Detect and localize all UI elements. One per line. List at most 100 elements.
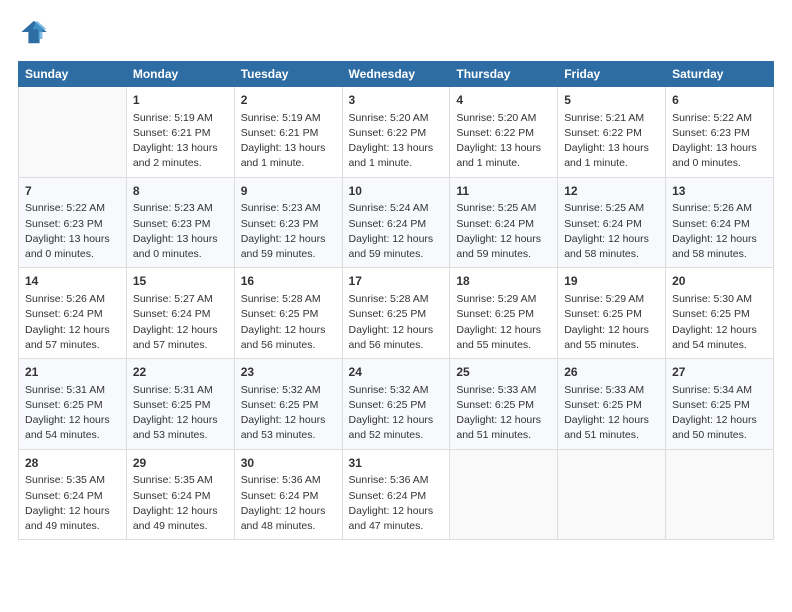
- day-number: 23: [241, 364, 336, 381]
- day-number: 24: [349, 364, 444, 381]
- calendar-week-row: 1 Sunrise: 5:19 AMSunset: 6:21 PMDaylight…: [19, 87, 774, 178]
- calendar-week-row: 7Sunrise: 5:22 AMSunset: 6:23 PMDaylight…: [19, 177, 774, 268]
- day-info: Sunrise: 5:31 AMSunset: 6:25 PMDaylight:…: [25, 383, 120, 444]
- calendar-cell: 4 Sunrise: 5:20 AMSunset: 6:22 PMDaylight…: [450, 87, 558, 178]
- header-day: Monday: [126, 62, 234, 87]
- calendar-cell: 2 Sunrise: 5:19 AMSunset: 6:21 PMDaylight…: [234, 87, 342, 178]
- header: [18, 18, 774, 51]
- day-info: Sunrise: 5:35 AMSunset: 6:24 PMDaylight:…: [25, 473, 120, 534]
- calendar-cell: 28Sunrise: 5:35 AMSunset: 6:24 PMDayligh…: [19, 449, 127, 540]
- calendar-cell: 8Sunrise: 5:23 AMSunset: 6:23 PMDaylight…: [126, 177, 234, 268]
- day-number: 10: [349, 183, 444, 200]
- day-info: Sunrise: 5:36 AMSunset: 6:24 PMDaylight:…: [241, 473, 336, 534]
- calendar-cell: 9Sunrise: 5:23 AMSunset: 6:23 PMDaylight…: [234, 177, 342, 268]
- day-info: Sunrise: 5:26 AMSunset: 6:24 PMDaylight:…: [25, 292, 120, 353]
- calendar-cell: 15Sunrise: 5:27 AMSunset: 6:24 PMDayligh…: [126, 268, 234, 359]
- day-number: 11: [456, 183, 551, 200]
- day-number: 31: [349, 455, 444, 472]
- calendar-cell: 1 Sunrise: 5:19 AMSunset: 6:21 PMDaylight…: [126, 87, 234, 178]
- calendar-table: SundayMondayTuesdayWednesdayThursdayFrid…: [18, 61, 774, 540]
- day-number: 22: [133, 364, 228, 381]
- day-info: Sunrise: 5:23 AMSunset: 6:23 PMDaylight:…: [241, 201, 336, 262]
- day-info: Sunrise: 5:31 AMSunset: 6:25 PMDaylight:…: [133, 383, 228, 444]
- header-day: Wednesday: [342, 62, 450, 87]
- day-number: 20: [672, 273, 767, 290]
- day-number: 5: [564, 92, 659, 109]
- calendar-cell: 22 Sunrise: 5:31 AMSunset: 6:25 PMDayligh…: [126, 359, 234, 450]
- calendar-week-row: 21Sunrise: 5:31 AMSunset: 6:25 PMDayligh…: [19, 359, 774, 450]
- day-number: 17: [349, 273, 444, 290]
- calendar-cell: 13Sunrise: 5:26 AMSunset: 6:24 PMDayligh…: [666, 177, 774, 268]
- page: SundayMondayTuesdayWednesdayThursdayFrid…: [0, 0, 792, 552]
- day-info: Sunrise: 5:32 AMSunset: 6:25 PMDaylight:…: [241, 383, 336, 444]
- day-number: 16: [241, 273, 336, 290]
- calendar-body: 1 Sunrise: 5:19 AMSunset: 6:21 PMDaylight…: [19, 87, 774, 540]
- day-number: 12: [564, 183, 659, 200]
- calendar-cell: 18 Sunrise: 5:29 AMSunset: 6:25 PMDayligh…: [450, 268, 558, 359]
- day-number: 9: [241, 183, 336, 200]
- day-number: 2: [241, 92, 336, 109]
- calendar-cell: 25Sunrise: 5:33 AMSunset: 6:25 PMDayligh…: [450, 359, 558, 450]
- day-info: Sunrise: 5:34 AMSunset: 6:25 PMDaylight:…: [672, 383, 767, 444]
- day-info: Sunrise: 5:22 AMSunset: 6:23 PMDaylight:…: [672, 111, 767, 172]
- day-number: 27: [672, 364, 767, 381]
- day-info: Sunrise: 5:28 AMSunset: 6:25 PMDaylight:…: [349, 292, 444, 353]
- day-info: Sunrise: 5:21 AMSunset: 6:22 PMDaylight:…: [564, 111, 659, 172]
- calendar-cell: [19, 87, 127, 178]
- header-day: Thursday: [450, 62, 558, 87]
- day-info: Sunrise: 5:26 AMSunset: 6:24 PMDaylight:…: [672, 201, 767, 262]
- calendar-cell: 20 Sunrise: 5:30 AMSunset: 6:25 PMDayligh…: [666, 268, 774, 359]
- calendar-cell: 5 Sunrise: 5:21 AMSunset: 6:22 PMDaylight…: [558, 87, 666, 178]
- calendar-cell: [450, 449, 558, 540]
- calendar-cell: 26 Sunrise: 5:33 AMSunset: 6:25 PMDayligh…: [558, 359, 666, 450]
- day-info: Sunrise: 5:24 AMSunset: 6:24 PMDaylight:…: [349, 201, 444, 262]
- day-info: Sunrise: 5:25 AMSunset: 6:24 PMDaylight:…: [456, 201, 551, 262]
- day-number: 26: [564, 364, 659, 381]
- calendar-week-row: 14 Sunrise: 5:26 AMSunset: 6:24 PMDayligh…: [19, 268, 774, 359]
- day-number: 29: [133, 455, 228, 472]
- day-info: Sunrise: 5:33 AMSunset: 6:25 PMDaylight:…: [564, 383, 659, 444]
- calendar-week-row: 28Sunrise: 5:35 AMSunset: 6:24 PMDayligh…: [19, 449, 774, 540]
- header-day: Saturday: [666, 62, 774, 87]
- calendar-cell: 16Sunrise: 5:28 AMSunset: 6:25 PMDayligh…: [234, 268, 342, 359]
- day-number: 14: [25, 273, 120, 290]
- day-number: 4: [456, 92, 551, 109]
- calendar-cell: 11Sunrise: 5:25 AMSunset: 6:24 PMDayligh…: [450, 177, 558, 268]
- calendar-cell: 3 Sunrise: 5:20 AMSunset: 6:22 PMDaylight…: [342, 87, 450, 178]
- day-number: 19: [564, 273, 659, 290]
- day-info: Sunrise: 5:29 AMSunset: 6:25 PMDaylight:…: [456, 292, 551, 353]
- day-info: Sunrise: 5:20 AMSunset: 6:22 PMDaylight:…: [456, 111, 551, 172]
- day-number: 25: [456, 364, 551, 381]
- calendar-cell: 27 Sunrise: 5:34 AMSunset: 6:25 PMDayligh…: [666, 359, 774, 450]
- logo: [18, 18, 48, 51]
- day-number: 3: [349, 92, 444, 109]
- logo-icon: [20, 18, 48, 46]
- day-number: 30: [241, 455, 336, 472]
- day-info: Sunrise: 5:19 AMSunset: 6:21 PMDaylight:…: [241, 111, 336, 172]
- day-info: Sunrise: 5:22 AMSunset: 6:23 PMDaylight:…: [25, 201, 120, 262]
- day-number: 1: [133, 92, 228, 109]
- header-day: Friday: [558, 62, 666, 87]
- calendar-cell: 17 Sunrise: 5:28 AMSunset: 6:25 PMDayligh…: [342, 268, 450, 359]
- day-info: Sunrise: 5:20 AMSunset: 6:22 PMDaylight:…: [349, 111, 444, 172]
- header-day: Sunday: [19, 62, 127, 87]
- calendar-cell: 30Sunrise: 5:36 AMSunset: 6:24 PMDayligh…: [234, 449, 342, 540]
- day-number: 8: [133, 183, 228, 200]
- day-info: Sunrise: 5:25 AMSunset: 6:24 PMDaylight:…: [564, 201, 659, 262]
- header-row: SundayMondayTuesdayWednesdayThursdayFrid…: [19, 62, 774, 87]
- day-number: 7: [25, 183, 120, 200]
- day-info: Sunrise: 5:30 AMSunset: 6:25 PMDaylight:…: [672, 292, 767, 353]
- calendar-cell: 6Sunrise: 5:22 AMSunset: 6:23 PMDaylight…: [666, 87, 774, 178]
- day-number: 28: [25, 455, 120, 472]
- day-info: Sunrise: 5:29 AMSunset: 6:25 PMDaylight:…: [564, 292, 659, 353]
- calendar-cell: 14 Sunrise: 5:26 AMSunset: 6:24 PMDayligh…: [19, 268, 127, 359]
- day-number: 18: [456, 273, 551, 290]
- day-number: 15: [133, 273, 228, 290]
- header-day: Tuesday: [234, 62, 342, 87]
- calendar-cell: 21Sunrise: 5:31 AMSunset: 6:25 PMDayligh…: [19, 359, 127, 450]
- calendar-header: SundayMondayTuesdayWednesdayThursdayFrid…: [19, 62, 774, 87]
- calendar-cell: 19 Sunrise: 5:29 AMSunset: 6:25 PMDayligh…: [558, 268, 666, 359]
- calendar-cell: [558, 449, 666, 540]
- calendar-cell: 31Sunrise: 5:36 AMSunset: 6:24 PMDayligh…: [342, 449, 450, 540]
- day-info: Sunrise: 5:19 AMSunset: 6:21 PMDaylight:…: [133, 111, 228, 172]
